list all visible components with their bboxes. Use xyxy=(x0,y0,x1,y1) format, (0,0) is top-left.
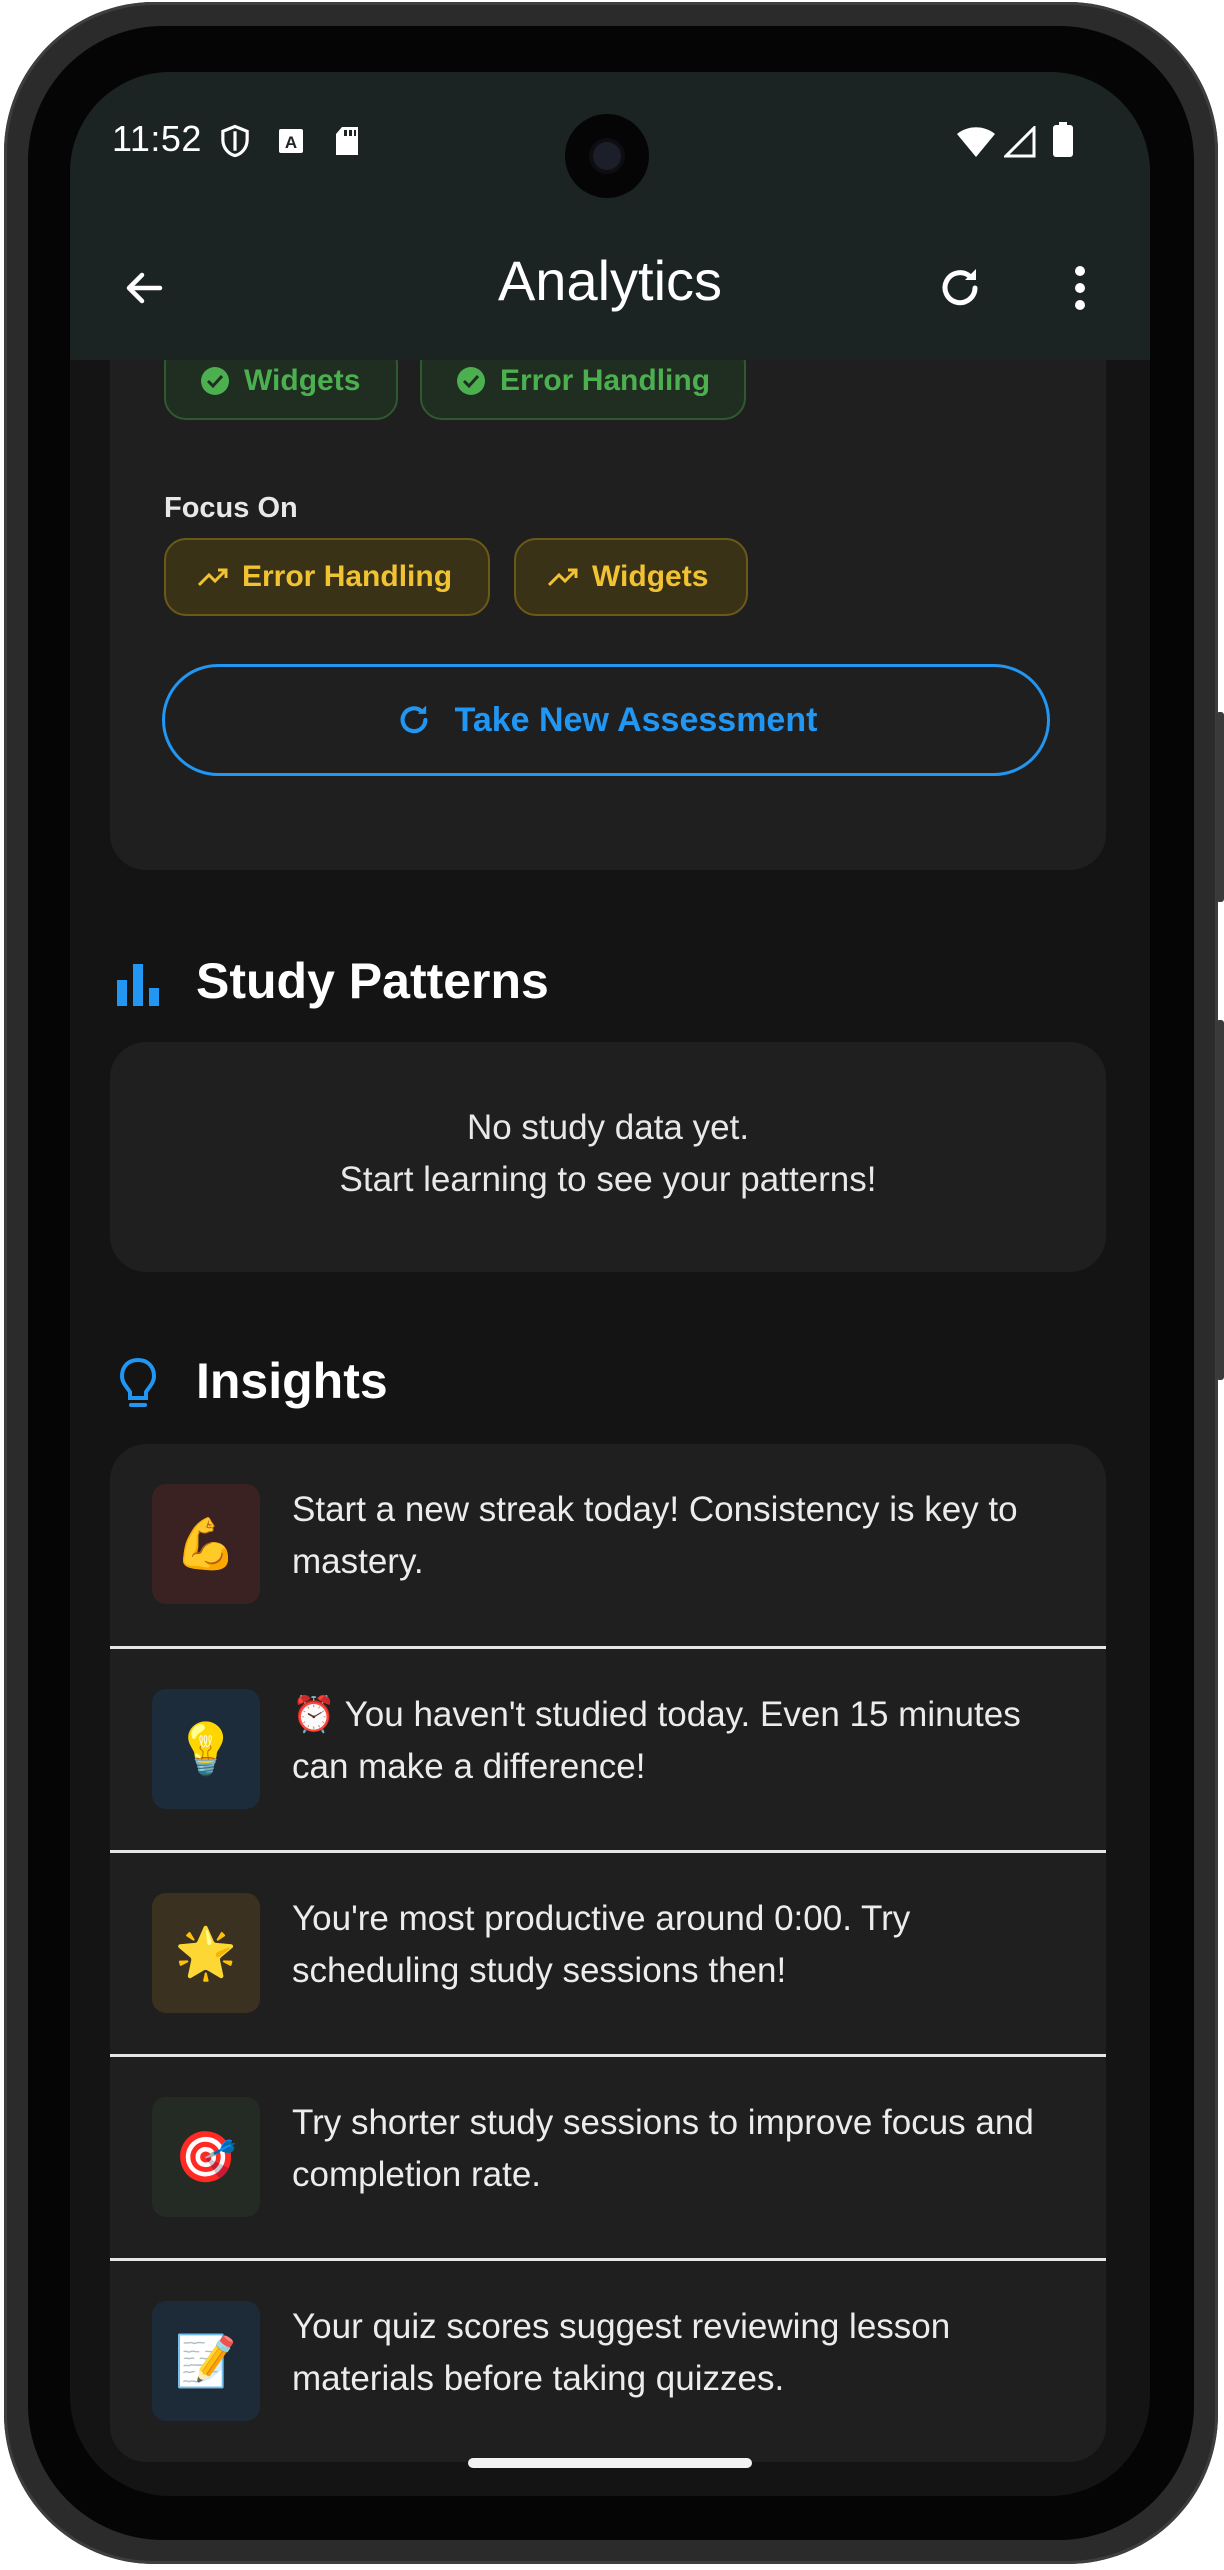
status-bar: 11:52 A xyxy=(70,72,1150,222)
section-title: Insights xyxy=(196,1353,388,1409)
lightbulb-icon xyxy=(114,1357,162,1408)
light-bulb-icon: 💡 xyxy=(152,1689,260,1809)
trending-up-icon xyxy=(198,562,228,592)
insight-item: 💡 ⏰ You haven't studied today. Even 15 m… xyxy=(110,1649,1106,1853)
empty-state-line: Start learning to see your patterns! xyxy=(339,1160,877,1199)
star-icon: 🌟 xyxy=(152,1893,260,2013)
phone-device: 11:52 A Analytics Widgets Error Handling… xyxy=(0,0,1224,2570)
target-icon: 🎯 xyxy=(152,2097,260,2217)
refresh-button[interactable] xyxy=(928,258,992,322)
volume-button xyxy=(1216,712,1224,902)
shield-icon xyxy=(220,124,250,163)
refresh-icon xyxy=(395,701,433,739)
study-patterns-card: No study data yet. Start learning to see… xyxy=(110,1042,1106,1272)
check-circle-icon xyxy=(200,366,230,396)
a-icon: A xyxy=(278,128,304,159)
memo-icon: 📝 xyxy=(152,2301,260,2421)
insight-item: 🌟 You're most productive around 0:00. Tr… xyxy=(110,1853,1106,2057)
refresh-icon xyxy=(935,263,985,318)
focus-chip: Widgets xyxy=(514,538,748,616)
strength-chip: Widgets xyxy=(164,360,398,420)
check-circle-icon xyxy=(456,366,486,396)
screen: 11:52 A Analytics Widgets Error Handling… xyxy=(70,72,1150,2496)
flexed-biceps-icon: 💪 xyxy=(152,1484,260,1604)
power-button xyxy=(1216,1020,1224,1380)
focus-chip: Error Handling xyxy=(164,538,490,616)
insights-card: 💪 Start a new streak today! Consistency … xyxy=(110,1444,1106,2462)
analytics-content[interactable]: Widgets Error Handling Focus On Error Ha… xyxy=(70,360,1150,2496)
assessment-card: Widgets Error Handling Focus On Error Ha… xyxy=(110,360,1106,870)
wifi-icon xyxy=(956,126,996,163)
battery-icon xyxy=(1052,122,1074,163)
trending-up-icon xyxy=(548,562,578,592)
focus-on-label: Focus On xyxy=(164,492,298,524)
app-bar: Analytics xyxy=(70,222,1150,360)
strength-chip: Error Handling xyxy=(420,360,746,420)
insights-header: Insights xyxy=(70,1344,1150,1424)
insight-item: 💪 Start a new streak today! Consistency … xyxy=(110,1444,1106,1648)
status-time: 11:52 xyxy=(112,118,202,159)
more-vert-icon xyxy=(1072,265,1088,316)
front-camera xyxy=(565,114,649,198)
sd-card-icon xyxy=(334,126,360,161)
more-options-button[interactable] xyxy=(1048,258,1112,322)
study-patterns-header: Study Patterns xyxy=(70,944,1150,1024)
signal-icon xyxy=(1002,124,1036,163)
section-title: Study Patterns xyxy=(196,953,549,1009)
take-new-assessment-button[interactable]: Take New Assessment xyxy=(162,664,1050,776)
insight-item: 🎯 Try shorter study sessions to improve … xyxy=(110,2057,1106,2261)
svg-text:A: A xyxy=(285,133,297,152)
insight-item: 📝 Your quiz scores suggest reviewing les… xyxy=(110,2261,1106,2462)
empty-state-line: No study data yet. xyxy=(466,1108,750,1147)
home-indicator[interactable] xyxy=(468,2458,752,2468)
bar-chart-icon xyxy=(114,960,162,1008)
